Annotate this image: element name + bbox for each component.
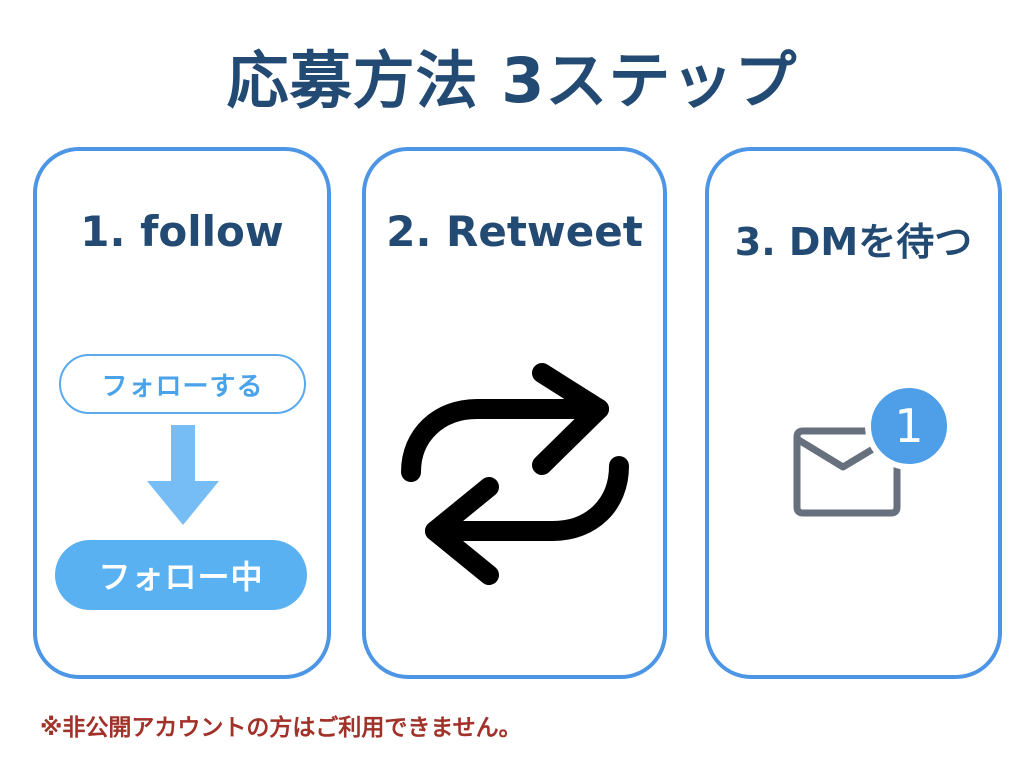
page-title: 応募方法 3ステップ — [226, 44, 798, 117]
follow-button: フォローする — [59, 354, 306, 414]
step-title-dm: 3. DMを待つ — [734, 220, 973, 264]
instructions-page: 応募方法 3ステップ 1. follow フォローする フォロー中 2. Ret… — [0, 0, 1024, 768]
step-card-retweet: 2. Retweet — [362, 147, 667, 679]
private-account-note: ※非公開アカウントの方はご利用できません。 — [40, 715, 522, 741]
following-button: フォロー中 — [55, 540, 307, 610]
arrow-down-icon — [147, 425, 219, 525]
step-card-follow: 1. follow フォローする フォロー中 — [33, 147, 331, 679]
step-title-follow: 1. follow — [80, 207, 284, 256]
step-title-retweet: 2. Retweet — [386, 207, 643, 256]
step-card-dm: 3. DMを待つ 1 — [705, 147, 1002, 679]
retweet-icon — [401, 363, 629, 585]
notification-badge: 1 — [865, 382, 953, 470]
